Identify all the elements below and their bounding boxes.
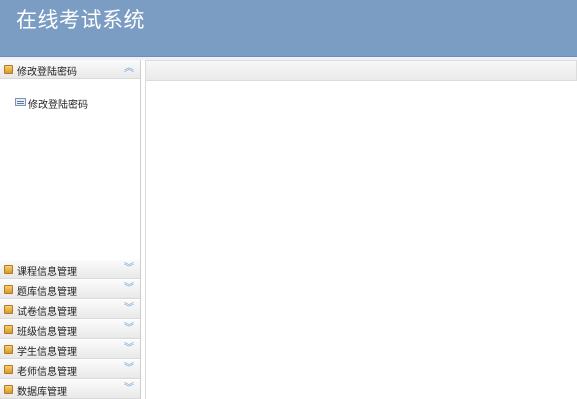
folder-icon [4, 365, 13, 374]
sidebar-panel-database[interactable]: 数据库管理 ︾ [0, 380, 140, 399]
sidebar-item-label: 修改登陆密码 [28, 100, 88, 111]
main-content-area [145, 81, 577, 399]
folder-icon [4, 305, 13, 314]
content-tab-bar [145, 60, 577, 81]
sidebar-panel-label: 学生信息管理 [17, 347, 77, 358]
sidebar-panel-label: 数据库管理 [17, 387, 67, 398]
chevron-down-icon[interactable]: ︾ [124, 302, 134, 316]
sidebar: 修改登陆密码 ︽ 修改登陆密码 课程信息管理 ︾ 题库信息管理 ︾ 试卷信息管理… [0, 60, 141, 399]
folder-icon [4, 285, 13, 294]
chevron-up-icon[interactable]: ︽ [124, 62, 134, 76]
folder-icon [4, 325, 13, 334]
sidebar-panel-label: 题库信息管理 [17, 287, 77, 298]
chevron-down-icon[interactable]: ︾ [124, 262, 134, 276]
folder-icon [4, 65, 13, 74]
app-title: 在线考试系统 [16, 8, 145, 32]
sidebar-panel-question-bank[interactable]: 题库信息管理 ︾ [0, 280, 140, 299]
sidebar-panel-label: 班级信息管理 [17, 327, 77, 338]
app-header: 在线考试系统 [0, 0, 577, 57]
folder-icon [4, 345, 13, 354]
sidebar-panel-label: 老师信息管理 [17, 367, 77, 378]
sidebar-panel-course[interactable]: 课程信息管理 ︾ [0, 260, 140, 279]
sidebar-panel-change-password[interactable]: 修改登陆密码 ︽ [0, 60, 140, 79]
chevron-down-icon[interactable]: ︾ [124, 342, 134, 356]
sidebar-panel-exam-paper[interactable]: 试卷信息管理 ︾ [0, 300, 140, 319]
folder-icon [4, 385, 13, 394]
chevron-down-icon[interactable]: ︾ [124, 322, 134, 336]
form-icon [15, 98, 26, 106]
sidebar-panel-label: 试卷信息管理 [17, 307, 77, 318]
sidebar-panel-label: 课程信息管理 [17, 267, 77, 278]
sidebar-panel-teacher[interactable]: 老师信息管理 ︾ [0, 360, 140, 379]
sidebar-panel-label: 修改登陆密码 [17, 67, 77, 78]
folder-icon [4, 265, 13, 274]
chevron-down-icon[interactable]: ︾ [124, 362, 134, 376]
sidebar-panel-student[interactable]: 学生信息管理 ︾ [0, 340, 140, 359]
sidebar-panel-class[interactable]: 班级信息管理 ︾ [0, 320, 140, 339]
chevron-down-icon[interactable]: ︾ [124, 382, 134, 396]
chevron-down-icon[interactable]: ︾ [124, 282, 134, 296]
